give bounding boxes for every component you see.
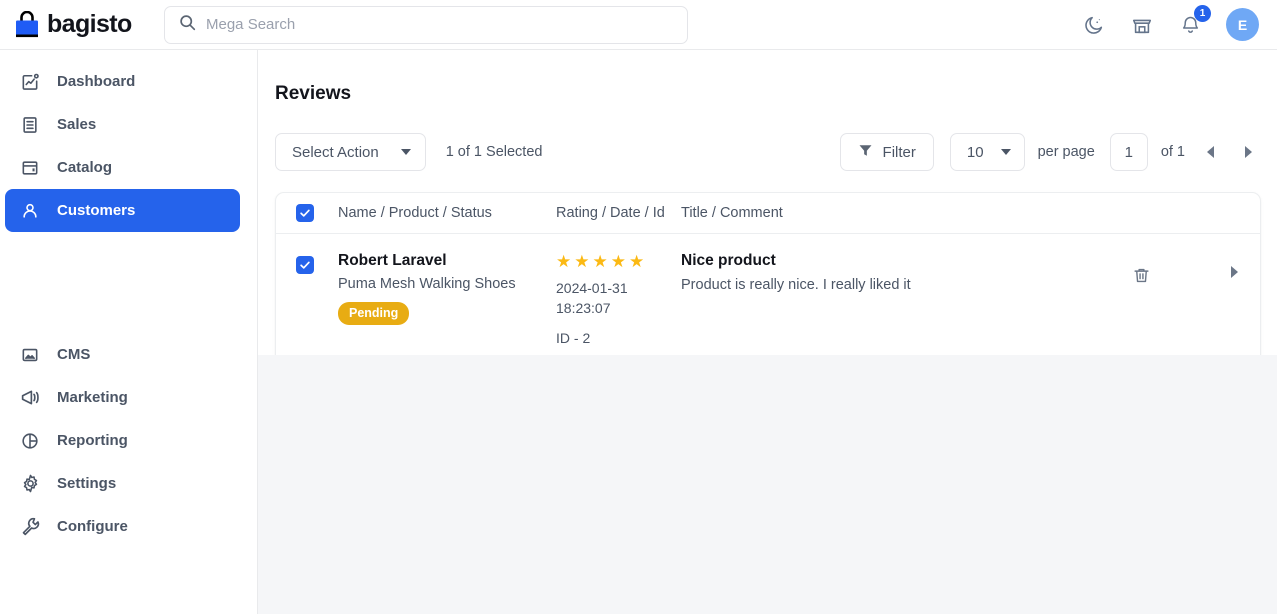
cell-title-comment: Nice product Product is really nice. I r…	[681, 252, 1122, 346]
table-row: Robert Laravel Puma Mesh Walking Shoes P…	[276, 234, 1260, 366]
product-name: Puma Mesh Walking Shoes	[338, 276, 556, 292]
filter-label: Filter	[883, 144, 916, 161]
cell-actions	[1122, 252, 1242, 346]
sidebar-subitem-label: Customers	[49, 241, 119, 257]
search-placeholder: Mega Search	[206, 16, 295, 33]
sidebar-item-cms[interactable]: CMS	[5, 333, 240, 376]
star-icon: ★	[556, 253, 571, 270]
sidebar-item-catalog[interactable]: Catalog	[5, 146, 240, 189]
expand-row-button[interactable]	[1231, 266, 1238, 278]
sidebar: Dashboard Sales Catalog	[0, 50, 258, 614]
sidebar-item-configure[interactable]: Configure	[5, 505, 240, 548]
megaphone-icon	[19, 387, 41, 409]
review-id: ID - 2	[556, 330, 681, 346]
reviews-table: Name / Product / Status Rating / Date / …	[275, 192, 1261, 367]
toolbar-right-group: Filter 10 per page 1 of 1	[840, 133, 1261, 171]
page-title: Reviews	[275, 83, 1261, 105]
main-content: Reviews Select Action 1 of 1 Selected Fi…	[258, 50, 1277, 355]
selected-count: 1 of 1 Selected	[446, 144, 543, 160]
admin-app: bagisto Mega Search	[0, 0, 1277, 614]
search-icon	[179, 14, 196, 36]
sidebar-item-label: Dashboard	[57, 73, 135, 90]
page-background	[258, 355, 1277, 614]
window-layout-icon	[19, 157, 41, 179]
select-all-checkbox[interactable]	[296, 204, 314, 222]
sidebar-item-reporting[interactable]: Reporting	[5, 419, 240, 462]
select-action-label: Select Action	[292, 144, 379, 161]
funnel-icon	[858, 143, 873, 162]
sidebar-subitem-reviews[interactable]: Reviews	[5, 292, 240, 321]
review-date: 2024-01-31 18:23:07	[556, 279, 681, 319]
sidebar-item-customers[interactable]: Customers	[5, 189, 240, 232]
per-page-label: per page	[1038, 144, 1095, 160]
cell-name-product-status: Robert Laravel Puma Mesh Walking Shoes P…	[338, 252, 556, 346]
cell-rating-date-id: ★ ★ ★ ★ ★ 2024-01-31 18:23:07 ID - 2	[556, 252, 681, 346]
chevron-down-icon	[1001, 149, 1011, 155]
avatar[interactable]: E	[1226, 8, 1259, 41]
chart-square-icon	[19, 71, 41, 93]
wrench-icon	[19, 516, 41, 538]
notification-badge: 1	[1194, 5, 1211, 22]
sidebar-item-label: Settings	[57, 475, 116, 492]
sidebar-item-label: CMS	[57, 346, 90, 363]
brand-name: bagisto	[47, 10, 132, 39]
filter-button[interactable]: Filter	[840, 133, 934, 171]
user-icon	[19, 200, 41, 222]
gear-icon	[19, 473, 41, 495]
sidebar-item-dashboard[interactable]: Dashboard	[5, 60, 240, 103]
sidebar-subitem-label: Groups	[49, 270, 97, 286]
sidebar-subitem-label: Reviews	[49, 299, 104, 315]
top-header: bagisto Mega Search	[0, 0, 1277, 50]
header-actions: 1 E	[1082, 8, 1259, 41]
shopping-bag-icon	[14, 11, 40, 39]
page-total-label: of 1	[1161, 144, 1185, 160]
reviewer-name: Robert Laravel	[338, 252, 556, 270]
triangle-right-icon	[1245, 146, 1252, 158]
sidebar-subitem-customers[interactable]: Customers	[5, 234, 240, 263]
customers-submenu: Customers Groups Reviews	[5, 228, 240, 329]
sidebar-item-label: Catalog	[57, 159, 112, 176]
table-header-row: Name / Product / Status Rating / Date / …	[276, 193, 1260, 234]
star-icon: ★	[574, 253, 589, 270]
star-icon: ★	[593, 253, 608, 270]
status-badge: Pending	[338, 302, 409, 325]
triangle-left-icon	[1207, 146, 1214, 158]
search-input[interactable]: Mega Search	[164, 6, 688, 44]
row-checkbox[interactable]	[296, 256, 314, 274]
per-page-value: 10	[967, 144, 984, 161]
brand-logo[interactable]: bagisto	[14, 10, 138, 39]
sidebar-item-sales[interactable]: Sales	[5, 103, 240, 146]
sidebar-item-marketing[interactable]: Marketing	[5, 376, 240, 419]
sidebar-item-label: Reporting	[57, 432, 128, 449]
bell-icon[interactable]: 1	[1178, 13, 1202, 37]
column-header-title[interactable]: Title / Comment	[681, 205, 1242, 221]
star-icon: ★	[629, 253, 644, 270]
next-page-button[interactable]	[1235, 146, 1261, 158]
sidebar-item-label: Configure	[57, 518, 128, 535]
chevron-down-icon	[401, 149, 411, 155]
column-header-rating[interactable]: Rating / Date / Id	[556, 205, 681, 221]
select-action-dropdown[interactable]: Select Action	[275, 133, 426, 171]
sidebar-item-label: Sales	[57, 116, 96, 133]
rating-stars: ★ ★ ★ ★ ★	[556, 253, 681, 270]
column-header-name[interactable]: Name / Product / Status	[338, 205, 556, 221]
store-icon[interactable]	[1130, 13, 1154, 37]
document-list-icon	[19, 114, 41, 136]
review-comment: Product is really nice. I really liked i…	[681, 277, 1122, 293]
sidebar-item-label: Marketing	[57, 389, 128, 406]
page-number-input[interactable]: 1	[1110, 133, 1148, 171]
pie-chart-icon	[19, 430, 41, 452]
sidebar-item-settings[interactable]: Settings	[5, 462, 240, 505]
per-page-dropdown[interactable]: 10	[950, 133, 1025, 171]
list-toolbar: Select Action 1 of 1 Selected Filter 10 …	[275, 133, 1261, 171]
sidebar-subitem-groups[interactable]: Groups	[5, 263, 240, 292]
star-icon: ★	[611, 253, 626, 270]
trash-icon[interactable]	[1132, 266, 1151, 290]
moon-icon[interactable]	[1082, 13, 1106, 37]
page-number-value: 1	[1125, 144, 1133, 161]
prev-page-button[interactable]	[1197, 146, 1223, 158]
review-title: Nice product	[681, 252, 1122, 270]
image-icon	[19, 344, 41, 366]
sidebar-item-label: Customers	[57, 202, 135, 219]
